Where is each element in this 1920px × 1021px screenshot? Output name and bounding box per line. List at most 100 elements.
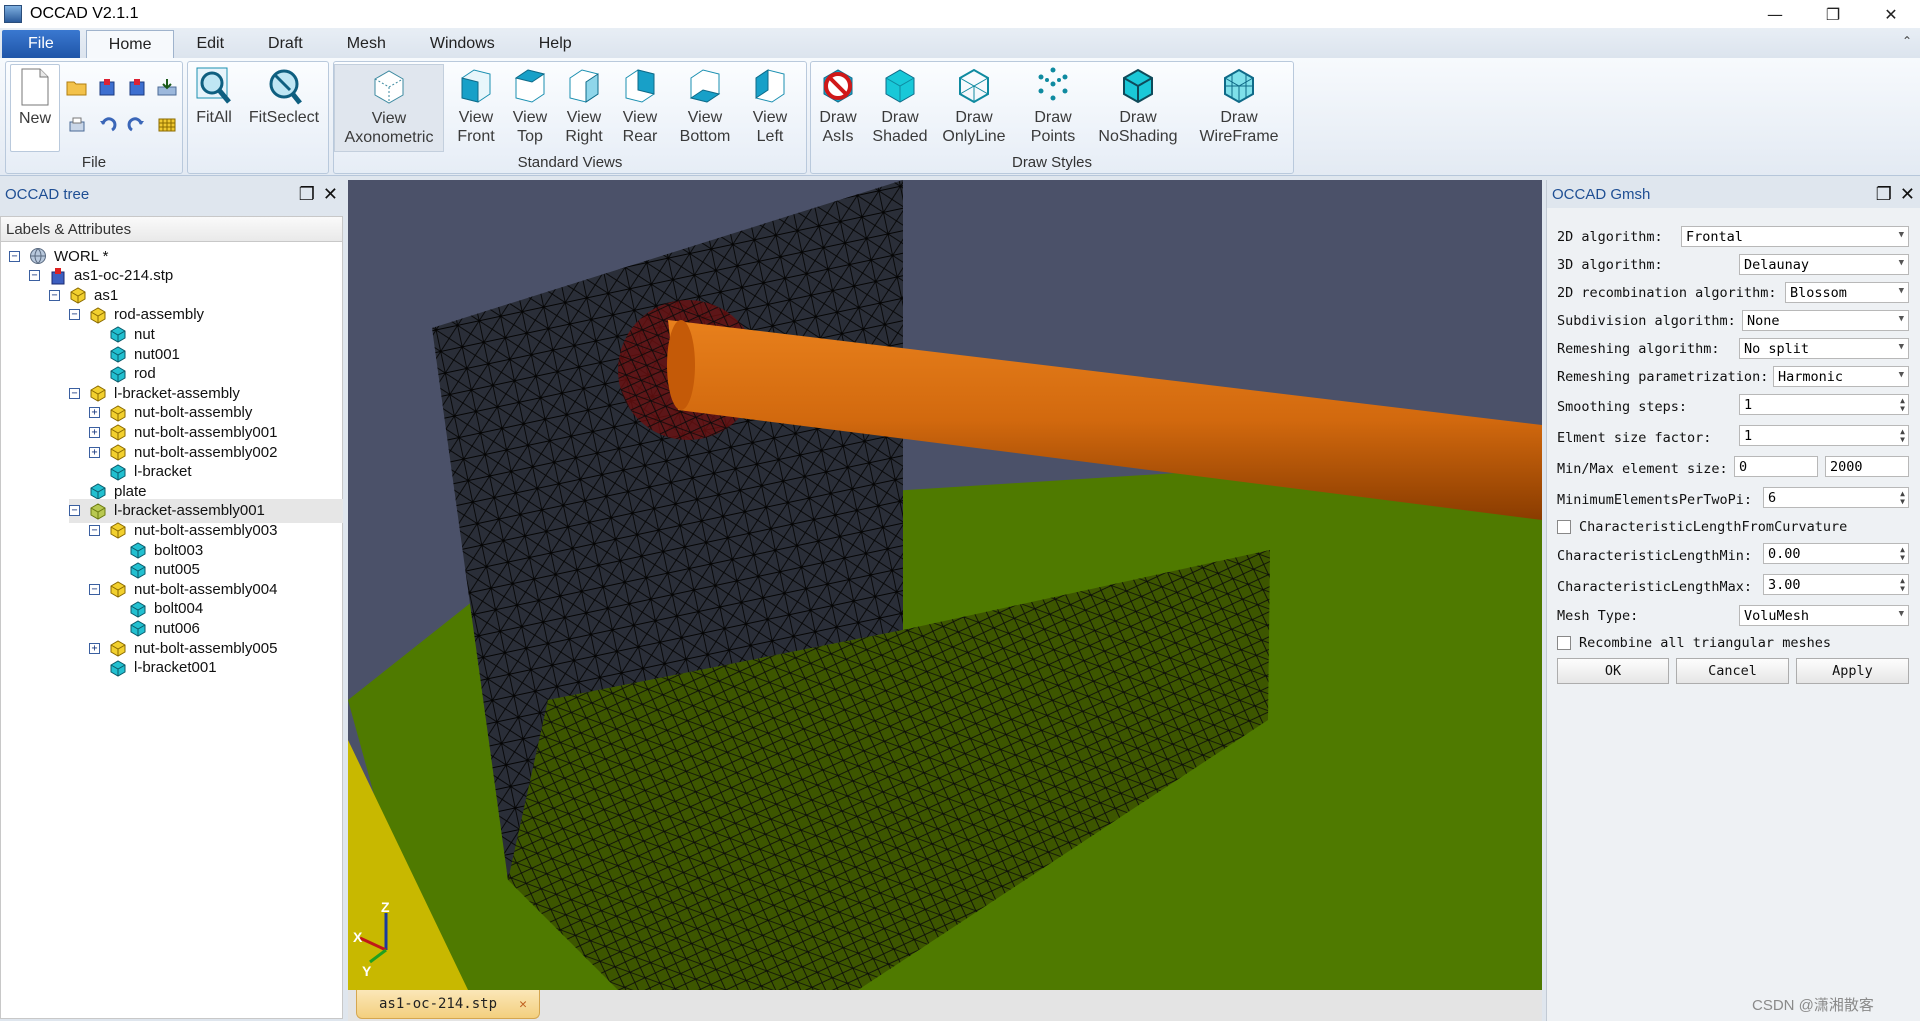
recombine-all-option[interactable]: Recombine all triangular meshes — [1557, 631, 1831, 655]
tab-mesh[interactable]: Mesh — [325, 30, 408, 58]
collapse-icon[interactable]: − — [69, 387, 80, 399]
ok-button[interactable]: OK — [1557, 658, 1669, 684]
apply-button[interactable]: Apply — [1796, 658, 1909, 684]
globe-icon — [29, 247, 47, 265]
clmin-spinbox[interactable]: 0.00 ▲ ▼ — [1763, 543, 1909, 564]
tab-draft[interactable]: Draft — [246, 30, 325, 58]
fit-group: FitAll FitSeclect — [187, 61, 329, 174]
cube-axonometric-icon — [369, 67, 409, 107]
spin-arrows-icon[interactable]: ▲ ▼ — [1900, 489, 1905, 506]
3d-viewport[interactable]: Z X Y — [348, 180, 1542, 990]
gmsh-panel: OCCAD Gmsh ❐ ✕ 2D algorithm: Frontal ▼ 3D… — [1546, 180, 1920, 1021]
cancel-button[interactable]: Cancel — [1676, 658, 1789, 684]
tree-item-label: WORL * — [54, 247, 109, 265]
view-bottom-button[interactable]: View Bottom — [670, 64, 740, 152]
redo-icon[interactable] — [124, 112, 150, 138]
tree-item-label: rod-assembly — [114, 306, 205, 324]
chevron-down-icon: ▼ — [1898, 342, 1904, 352]
collapse-icon[interactable]: − — [89, 583, 100, 595]
import-icon[interactable] — [94, 74, 120, 100]
smooth-spinbox[interactable]: 1 ▲ ▼ — [1739, 394, 1909, 415]
grid-icon[interactable] — [154, 112, 180, 138]
cube-top-icon — [510, 66, 550, 106]
algo3d-combo[interactable]: Delaunay ▼ — [1739, 254, 1909, 275]
collapse-icon[interactable]: − — [29, 270, 40, 282]
collapse-ribbon-icon[interactable]: ⌃ — [1902, 34, 1912, 48]
spin-arrows-icon[interactable]: ▲ ▼ — [1900, 576, 1905, 593]
tree-panel-header: OCCAD tree ❐ ✕ — [0, 180, 344, 208]
expand-icon[interactable]: + — [89, 426, 100, 438]
collapse-icon[interactable]: − — [89, 524, 100, 536]
save-icon[interactable] — [154, 74, 180, 100]
subdiv-combo[interactable]: None ▼ — [1742, 310, 1909, 331]
meshtype-combo[interactable]: VoluMesh ▼ — [1739, 605, 1909, 626]
tree-item-label: nut-bolt-assembly002 — [134, 443, 278, 461]
tab-home[interactable]: Home — [85, 30, 175, 58]
view-top-button[interactable]: View Top — [506, 64, 554, 152]
close-button[interactable]: ✕ — [1862, 0, 1920, 28]
min-size-field[interactable]: 0 — [1734, 456, 1818, 477]
view-rear-button[interactable]: View Rear — [614, 64, 666, 152]
shaded-cube-icon — [880, 66, 920, 106]
spin-arrows-icon[interactable]: ▲ ▼ — [1900, 396, 1905, 413]
draw-noshading-button[interactable]: Draw NoShading — [1093, 64, 1183, 152]
assembly-icon — [109, 521, 127, 539]
clmax-spinbox[interactable]: 3.00 ▲ ▼ — [1763, 574, 1909, 595]
remesh-combo[interactable]: No split ▼ — [1739, 338, 1909, 359]
collapse-icon[interactable]: − — [69, 309, 80, 321]
float-panel-icon[interactable]: ❐ — [1876, 184, 1892, 205]
print-icon[interactable] — [64, 112, 90, 138]
new-button[interactable]: New — [10, 64, 60, 152]
tree-item-label: l-bracket-assembly — [114, 384, 240, 402]
close-tab-icon[interactable]: ✕ — [519, 997, 527, 1012]
export-icon[interactable] — [124, 74, 150, 100]
undo-icon[interactable] — [94, 112, 120, 138]
draw-points-button[interactable]: Draw Points — [1023, 64, 1083, 152]
tab-windows[interactable]: Windows — [408, 30, 517, 58]
cube-bottom-icon — [685, 66, 725, 106]
part-cube-icon — [109, 659, 127, 677]
collapse-icon[interactable]: − — [49, 289, 60, 301]
draw-onlyline-button[interactable]: Draw OnlyLine — [937, 64, 1011, 152]
float-panel-icon[interactable]: ❐ — [299, 184, 315, 205]
tab-edit[interactable]: Edit — [174, 30, 246, 58]
tree-item-label: nut — [134, 325, 155, 343]
minimize-button[interactable]: — — [1746, 0, 1804, 28]
recombine-all-checkbox[interactable] — [1557, 636, 1571, 650]
minperpi-spinbox[interactable]: 6 ▲ ▼ — [1763, 487, 1909, 508]
fitselect-button[interactable]: FitSeclect — [244, 64, 324, 152]
view-right-button[interactable]: View Right — [560, 64, 608, 152]
collapse-icon[interactable]: − — [9, 250, 20, 262]
app-icon — [4, 5, 22, 23]
sizefactor-spinbox[interactable]: 1 ▲ ▼ — [1739, 425, 1909, 446]
close-panel-icon[interactable]: ✕ — [1900, 184, 1915, 205]
expand-icon[interactable]: + — [89, 407, 100, 419]
draw-asis-button[interactable]: Draw AsIs — [813, 64, 863, 152]
collapse-icon[interactable]: − — [69, 505, 80, 517]
fitall-button[interactable]: FitAll — [192, 64, 236, 152]
restore-button[interactable]: ❐ — [1804, 0, 1862, 28]
spin-arrows-icon[interactable]: ▲ ▼ — [1900, 545, 1905, 562]
expand-icon[interactable]: + — [89, 446, 100, 458]
chevron-down-icon: ▼ — [1898, 230, 1904, 240]
view-axonometric-button[interactable]: View Axonometric — [334, 64, 444, 152]
open-folder-icon[interactable] — [64, 74, 90, 100]
tab-file[interactable]: File — [2, 30, 80, 58]
document-tab[interactable]: as1-oc-214.stp ✕ — [356, 990, 540, 1019]
draw-wireframe-button[interactable]: Draw WireFrame — [1191, 64, 1287, 152]
standard-views-group: View Axonometric View Front View Top View Ri… — [333, 61, 807, 174]
remeshparam-combo[interactable]: Harmonic ▼ — [1773, 366, 1909, 387]
view-left-button[interactable]: View Left — [744, 64, 796, 152]
curvature-checkbox[interactable] — [1557, 520, 1571, 534]
recomb-combo[interactable]: Blossom ▼ — [1785, 282, 1909, 303]
tab-help[interactable]: Help — [517, 30, 594, 58]
max-size-field[interactable]: 2000 — [1825, 456, 1909, 477]
draw-shaded-button[interactable]: Draw Shaded — [867, 64, 933, 152]
curvature-option[interactable]: CharacteristicLengthFromCurvature — [1557, 515, 1847, 539]
view-front-button[interactable]: View Front — [452, 64, 500, 152]
spin-arrows-icon[interactable]: ▲ ▼ — [1900, 427, 1905, 444]
expand-icon[interactable]: + — [89, 642, 100, 654]
tree-item[interactable]: l-bracket001 — [89, 656, 217, 680]
algo2d-combo[interactable]: Frontal ▼ — [1681, 226, 1909, 247]
close-panel-icon[interactable]: ✕ — [323, 184, 338, 205]
